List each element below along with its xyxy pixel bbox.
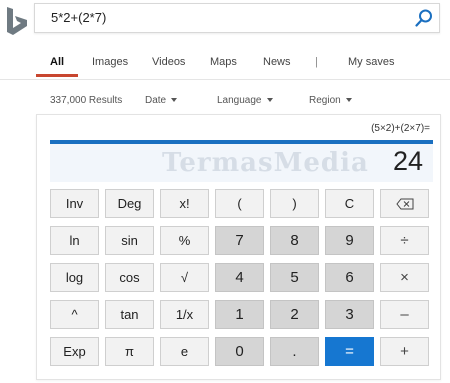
nav-separator: | bbox=[315, 56, 318, 68]
language-filter-label: Language bbox=[217, 95, 262, 106]
factorial-button[interactable]: x! bbox=[160, 189, 209, 218]
results-count: 337,000 Results bbox=[50, 95, 123, 106]
digit-8-button[interactable]: 8 bbox=[270, 226, 319, 255]
tab-maps[interactable]: Maps bbox=[210, 56, 237, 68]
add-button[interactable]: + bbox=[380, 337, 429, 366]
chevron-down-icon bbox=[171, 98, 178, 102]
digit-5-button[interactable]: 5 bbox=[270, 263, 319, 292]
multiply-button[interactable]: × bbox=[380, 263, 429, 292]
nav-tabs: All Images Videos Maps News | My saves bbox=[0, 56, 450, 78]
calculator-display: TermasMedia 24 bbox=[50, 140, 433, 182]
log-button[interactable]: log bbox=[50, 263, 99, 292]
chevron-down-icon bbox=[345, 98, 352, 102]
power-button[interactable]: ^ bbox=[50, 300, 99, 329]
search-box bbox=[34, 3, 440, 33]
close-paren-button[interactable]: ) bbox=[270, 189, 319, 218]
e-button[interactable]: e bbox=[160, 337, 209, 366]
bing-logo[interactable] bbox=[4, 6, 30, 36]
open-paren-button[interactable]: ( bbox=[215, 189, 264, 218]
tab-all[interactable]: All bbox=[50, 56, 64, 68]
digit-0-button[interactable]: 0 bbox=[215, 337, 264, 366]
sin-button[interactable]: sin bbox=[105, 226, 154, 255]
search-icon[interactable] bbox=[415, 9, 433, 27]
search-input[interactable] bbox=[51, 4, 391, 32]
calculator-expression: (5×2)+(2×7)= bbox=[371, 123, 430, 134]
tab-my-saves[interactable]: My saves bbox=[348, 56, 394, 68]
digit-6-button[interactable]: 6 bbox=[325, 263, 374, 292]
active-tab-indicator bbox=[36, 74, 78, 77]
date-filter-label: Date bbox=[145, 95, 167, 106]
calculator-result: 24 bbox=[392, 146, 423, 176]
nav-divider bbox=[0, 79, 450, 80]
digit-9-button[interactable]: 9 bbox=[325, 226, 374, 255]
watermark-text: TermasMedia bbox=[162, 148, 369, 178]
region-filter[interactable]: Region bbox=[309, 95, 352, 106]
inv-button[interactable]: Inv bbox=[50, 189, 99, 218]
pi-button[interactable]: π bbox=[105, 337, 154, 366]
decimal-button[interactable]: . bbox=[270, 337, 319, 366]
ln-button[interactable]: ln bbox=[50, 226, 99, 255]
subtract-button[interactable]: – bbox=[380, 300, 429, 329]
digit-2-button[interactable]: 2 bbox=[270, 300, 319, 329]
percent-button[interactable]: % bbox=[160, 226, 209, 255]
equals-button[interactable]: = bbox=[325, 337, 374, 366]
digit-4-button[interactable]: 4 bbox=[215, 263, 264, 292]
deg-button[interactable]: Deg bbox=[105, 189, 154, 218]
tab-videos[interactable]: Videos bbox=[152, 56, 185, 68]
tan-button[interactable]: tan bbox=[105, 300, 154, 329]
backspace-icon bbox=[395, 198, 413, 209]
tab-news[interactable]: News bbox=[263, 56, 291, 68]
digit-3-button[interactable]: 3 bbox=[325, 300, 374, 329]
sqrt-button[interactable]: √ bbox=[160, 263, 209, 292]
clear-button[interactable]: C bbox=[325, 189, 374, 218]
digit-1-button[interactable]: 1 bbox=[215, 300, 264, 329]
reciprocal-button[interactable]: 1/x bbox=[160, 300, 209, 329]
region-filter-label: Region bbox=[309, 95, 341, 106]
date-filter[interactable]: Date bbox=[145, 95, 178, 106]
tab-images[interactable]: Images bbox=[92, 56, 128, 68]
exp-button[interactable]: Exp bbox=[50, 337, 99, 366]
language-filter[interactable]: Language bbox=[217, 95, 273, 106]
chevron-down-icon bbox=[266, 98, 273, 102]
backspace-button[interactable] bbox=[380, 189, 429, 218]
calculator-widget: (5×2)+(2×7)= TermasMedia 24 Inv Deg x! (… bbox=[36, 114, 441, 380]
divide-button[interactable]: ÷ bbox=[380, 226, 429, 255]
cos-button[interactable]: cos bbox=[105, 263, 154, 292]
digit-7-button[interactable]: 7 bbox=[215, 226, 264, 255]
filter-bar: 337,000 Results Date Language Region bbox=[0, 95, 450, 111]
